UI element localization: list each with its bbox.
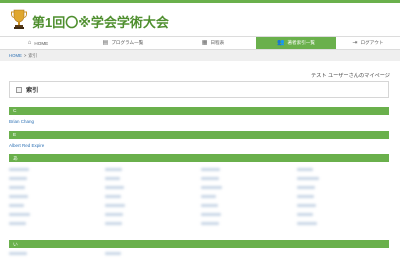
blurred-author-link[interactable] bbox=[105, 186, 124, 189]
book-icon bbox=[16, 86, 22, 93]
user-mypage-link[interactable]: テスト ユーザーさんのマイページ bbox=[311, 72, 390, 79]
nav-author-index-label: 著者索引一覧 bbox=[287, 40, 316, 45]
nav-logout[interactable]: ⇥ ログアウト bbox=[336, 37, 400, 49]
blurred-author-link[interactable] bbox=[201, 204, 218, 207]
author-grid-blurred bbox=[9, 166, 389, 234]
breadcrumb-current: 索引 bbox=[28, 52, 38, 58]
section-header-a: あ bbox=[9, 154, 389, 162]
blurred-author-link[interactable] bbox=[9, 186, 25, 189]
blurred-author-link[interactable] bbox=[105, 195, 121, 198]
main-nav: ⌂ HOME ▤ プログラム一覧 ▦ 日程表 👥 著者索引一覧 ⇥ ログアウト bbox=[0, 36, 400, 50]
blurred-author-link[interactable] bbox=[201, 177, 219, 180]
blurred-author-link[interactable] bbox=[201, 186, 222, 189]
logout-icon: ⇥ bbox=[352, 40, 358, 46]
page-heading: 索引 bbox=[9, 81, 389, 98]
nav-home[interactable]: ⌂ HOME bbox=[0, 37, 76, 49]
blurred-author-link[interactable] bbox=[9, 252, 27, 255]
blurred-author-link[interactable] bbox=[9, 168, 29, 171]
nav-author-index[interactable]: 👥 著者索引一覧 bbox=[256, 37, 336, 49]
blurred-author-link[interactable] bbox=[297, 222, 317, 225]
blurred-author-link[interactable] bbox=[105, 168, 122, 171]
author-link[interactable]: Brian Chang bbox=[9, 119, 34, 124]
calendar-icon: ▦ bbox=[201, 40, 208, 46]
nav-schedule[interactable]: ▦ 日程表 bbox=[170, 37, 256, 49]
blurred-author-link[interactable] bbox=[297, 213, 313, 216]
blurred-author-link[interactable] bbox=[297, 168, 313, 171]
blurred-author-link[interactable] bbox=[297, 195, 314, 198]
blurred-author-link[interactable] bbox=[9, 195, 28, 198]
site-title: 第1回〇※学会学術大会 bbox=[32, 15, 169, 30]
blurred-author-link[interactable] bbox=[297, 204, 316, 207]
blurred-author-link[interactable] bbox=[201, 195, 216, 198]
blurred-author-link[interactable] bbox=[201, 168, 220, 171]
blurred-author-link[interactable] bbox=[105, 177, 120, 180]
blurred-author-link[interactable] bbox=[9, 213, 30, 216]
blurred-author-link[interactable] bbox=[105, 252, 121, 255]
blurred-author-link[interactable] bbox=[105, 222, 122, 225]
blurred-author-link[interactable] bbox=[297, 186, 315, 189]
list-icon: ▤ bbox=[102, 40, 109, 46]
blurred-author-link[interactable] bbox=[201, 222, 219, 225]
trophy-icon bbox=[11, 9, 27, 29]
author-link[interactable]: Albert Red Expire bbox=[9, 143, 44, 148]
nav-schedule-label: 日程表 bbox=[210, 40, 225, 45]
nav-logout-label: ログアウト bbox=[360, 40, 384, 45]
page-title: 索引 bbox=[26, 87, 39, 94]
blurred-author-link[interactable] bbox=[201, 213, 221, 216]
nav-program-list-label: プログラム一覧 bbox=[111, 40, 144, 45]
breadcrumb-separator: > bbox=[23, 53, 27, 58]
breadcrumb-home-link[interactable]: HOME bbox=[9, 53, 22, 58]
home-icon: ⌂ bbox=[27, 40, 32, 46]
blurred-author-link[interactable] bbox=[9, 222, 26, 225]
blurred-author-link[interactable] bbox=[9, 204, 24, 207]
section-header-e: E bbox=[9, 131, 389, 139]
site-header: 第1回〇※学会学術大会 bbox=[0, 3, 400, 36]
blurred-author-link[interactable] bbox=[297, 177, 319, 180]
breadcrumb: HOME > 索引 bbox=[0, 50, 400, 61]
blurred-author-link[interactable] bbox=[9, 177, 27, 180]
section-header-c: C bbox=[9, 107, 389, 115]
blurred-author-link[interactable] bbox=[105, 204, 125, 207]
blurred-author-link[interactable] bbox=[105, 213, 123, 216]
section-header-i: い bbox=[9, 240, 389, 248]
nav-program-list[interactable]: ▤ プログラム一覧 bbox=[76, 37, 170, 49]
nav-home-label: HOME bbox=[34, 40, 49, 46]
users-icon: 👥 bbox=[276, 40, 285, 46]
